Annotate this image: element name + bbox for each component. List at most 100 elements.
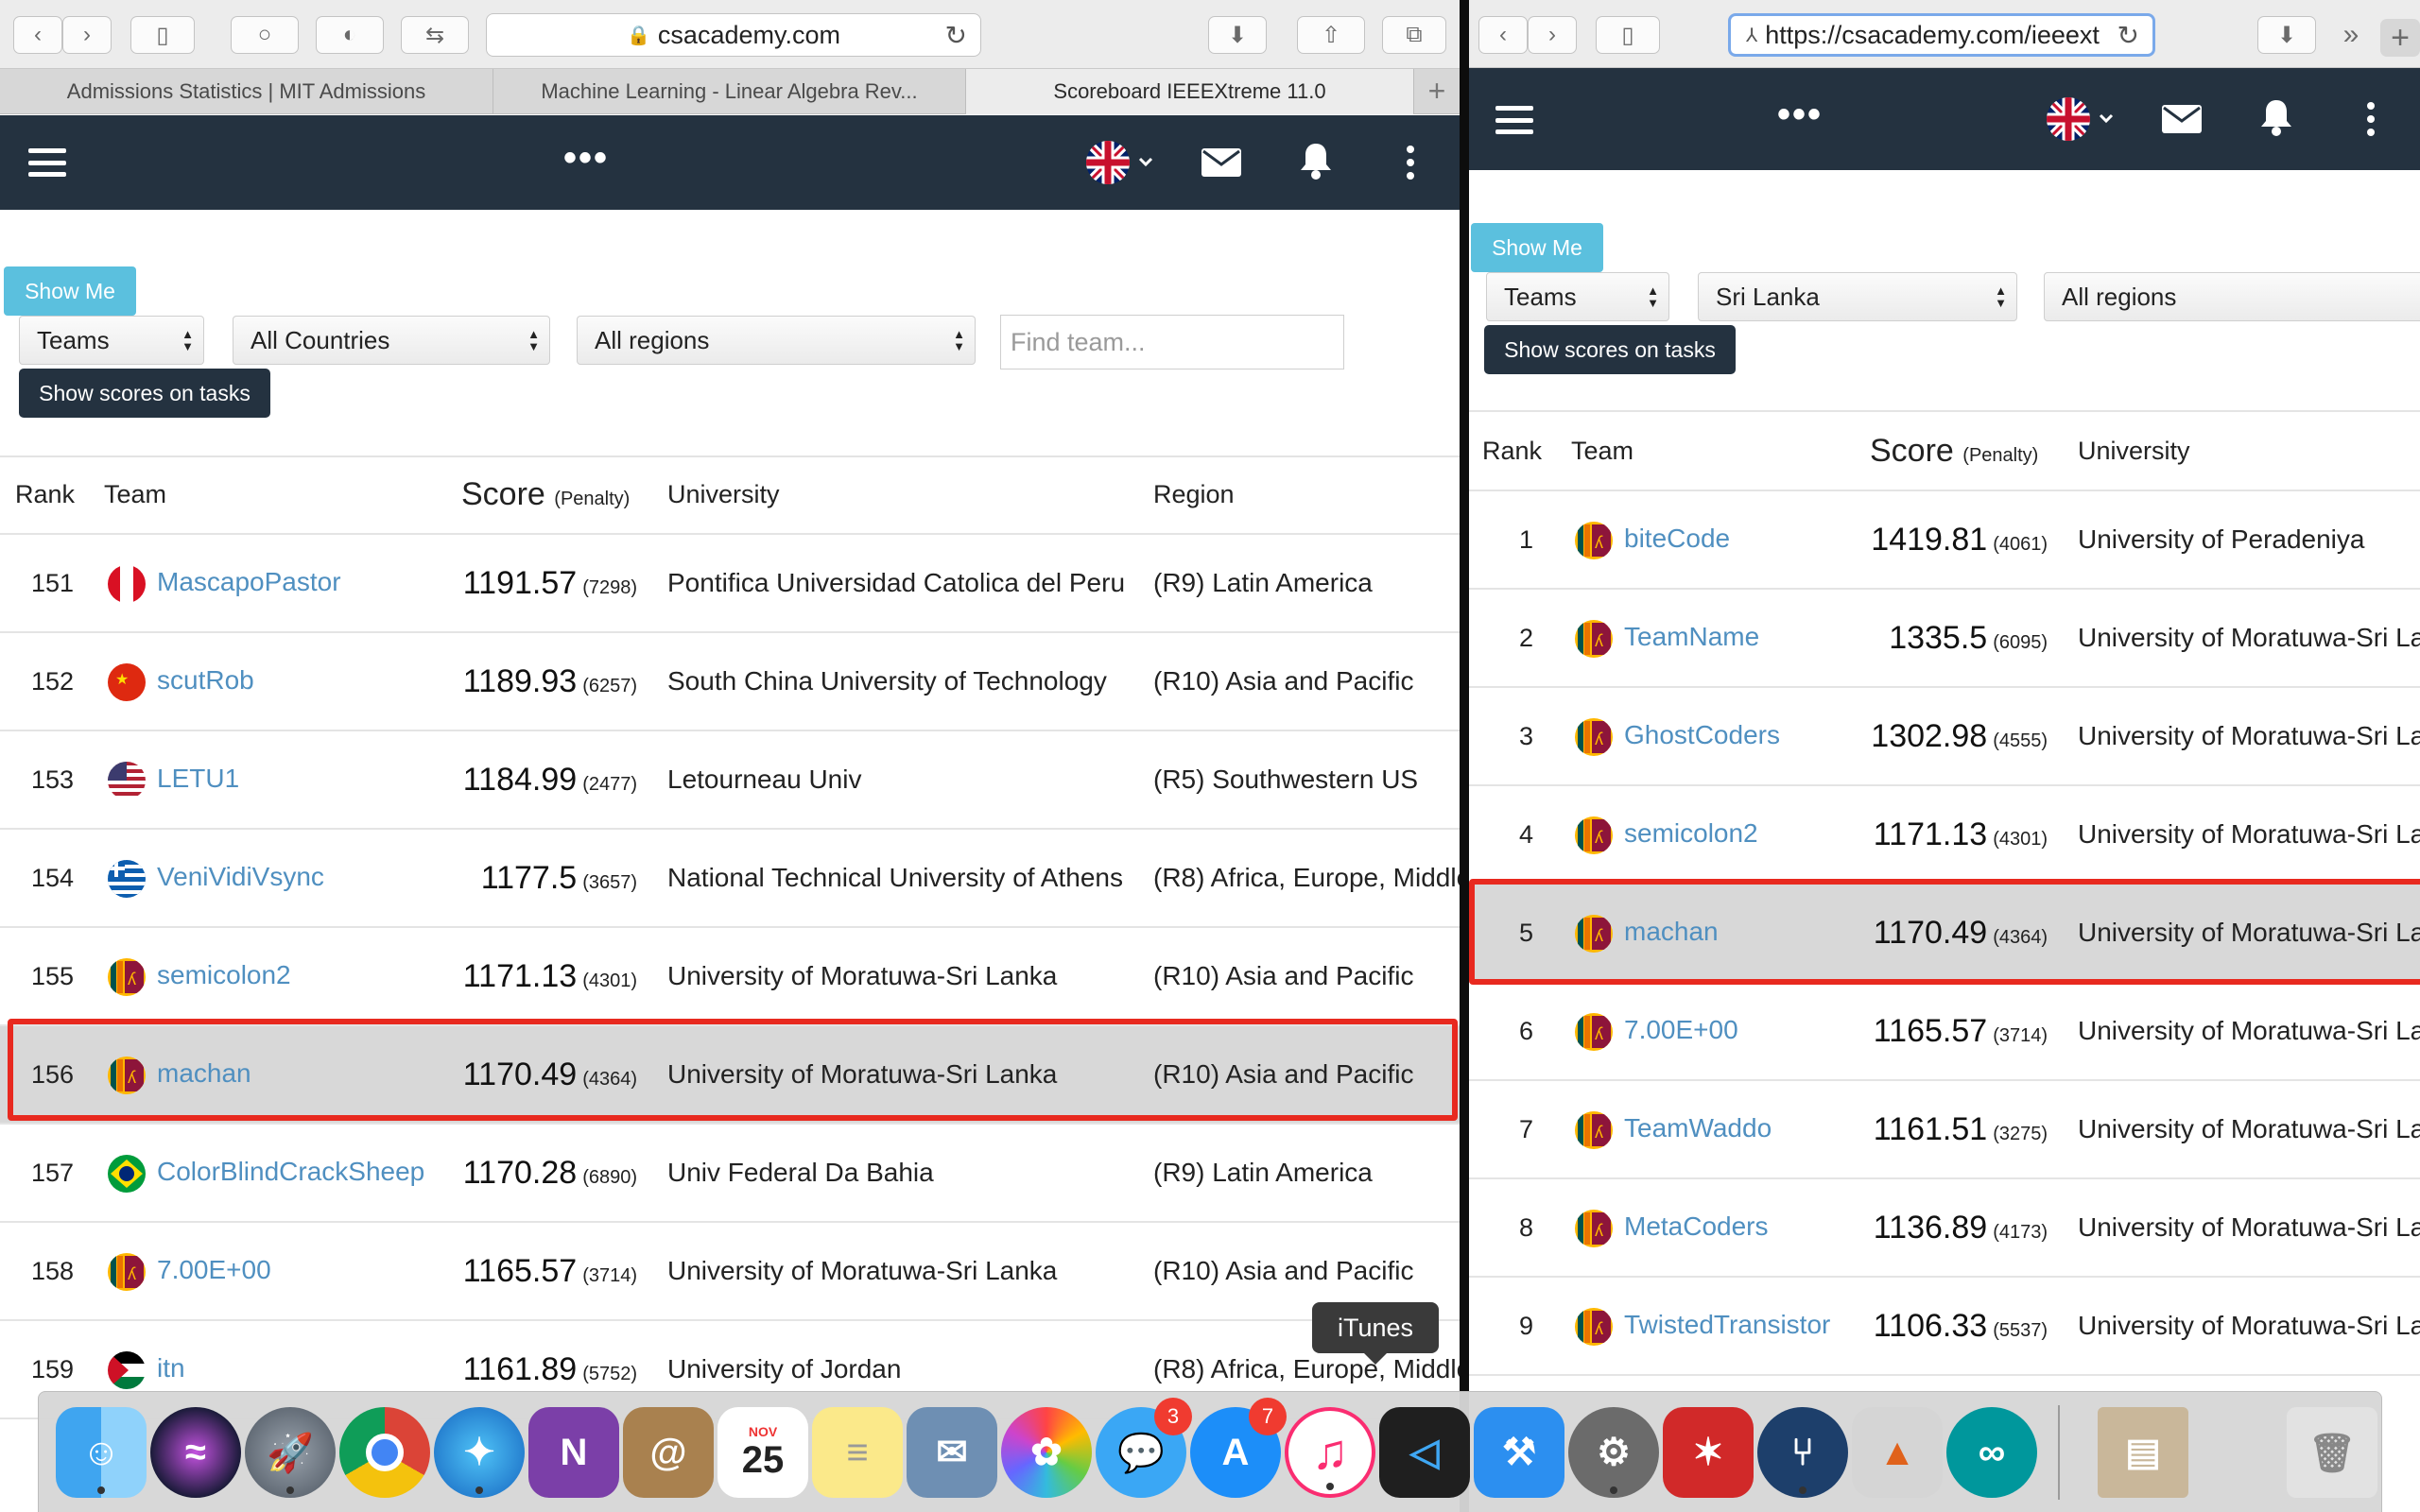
arduino-icon[interactable]: ∞ — [1946, 1407, 2037, 1498]
column-header-university[interactable]: University — [667, 480, 780, 509]
kebab-menu-icon[interactable] — [1407, 146, 1414, 180]
messages-icon[interactable]: 💬 3 — [1096, 1398, 1192, 1498]
column-header-region[interactable]: Region — [1153, 480, 1235, 509]
trash-icon[interactable]: 🗑 — [2287, 1407, 2377, 1498]
tab-mit-admissions[interactable]: Admissions Statistics | MIT Admissions — [0, 69, 493, 114]
column-header-score[interactable]: Score (Penalty) — [461, 476, 630, 513]
photos-icon[interactable]: ✿ — [1001, 1407, 1092, 1498]
mail-icon[interactable] — [1201, 146, 1242, 180]
show-me-button[interactable]: Show Me — [1471, 223, 1603, 272]
kebab-menu-icon[interactable] — [2367, 102, 2375, 136]
team-link[interactable]: itn — [157, 1353, 185, 1383]
back-button[interactable]: ‹ — [13, 16, 62, 54]
column-header-team[interactable]: Team — [1571, 437, 1634, 466]
launchpad-icon[interactable]: 🚀 — [245, 1407, 336, 1498]
column-header-team[interactable]: Team — [104, 480, 166, 509]
new-tab-button[interactable]: + — [1414, 69, 1460, 113]
country-select[interactable]: All Countries ▲ ▼ — [233, 316, 550, 365]
wolfram-icon[interactable]: ✶ — [1663, 1407, 1754, 1498]
team-link[interactable]: machan — [157, 1058, 251, 1089]
find-team-input[interactable]: Find team... — [1000, 315, 1344, 369]
team-link[interactable]: semicolon2 — [157, 960, 291, 990]
bell-icon[interactable] — [2257, 98, 2295, 136]
tabs-overview-button[interactable]: ⧉ — [1382, 16, 1446, 54]
column-header-university[interactable]: University — [2078, 437, 2190, 466]
team-link[interactable]: MetaCoders — [1624, 1211, 1769, 1242]
region-select[interactable]: All regions — [2044, 272, 2420, 321]
university-cell: University of Moratuwa-Sri Lanka — [667, 1059, 1058, 1089]
team-link[interactable]: biteCode — [1624, 524, 1730, 554]
team-link[interactable]: machan — [1624, 917, 1719, 947]
view-type-select[interactable]: Teams ▲ ▼ — [1486, 272, 1669, 321]
app-store-icon[interactable]: A7 — [1190, 1398, 1287, 1498]
new-tab-button[interactable]: + — [2380, 19, 2420, 57]
team-link[interactable]: TeamWaddo — [1624, 1113, 1772, 1143]
team-link[interactable]: MascapoPastor — [157, 567, 341, 597]
language-flag-icon[interactable] — [2046, 96, 2121, 142]
notes-icon[interactable]: ≡ — [812, 1407, 903, 1498]
view-type-select[interactable]: Teams ▲ ▼ — [19, 316, 204, 365]
team-link[interactable]: 7.00E+00 — [1624, 1015, 1738, 1045]
team-link[interactable]: semicolon2 — [1624, 818, 1758, 849]
extension-button[interactable]: ⇆ — [401, 16, 469, 54]
vscode-icon[interactable]: ◁ — [1379, 1407, 1470, 1498]
team-link[interactable]: 7.00E+00 — [157, 1255, 271, 1285]
reader-button[interactable]: ○ — [231, 16, 299, 54]
chrome-icon[interactable] — [339, 1407, 430, 1498]
hamburger-menu-icon[interactable] — [1495, 106, 1533, 134]
more-dots-icon[interactable]: ••• — [1777, 95, 1823, 133]
forward-button[interactable]: › — [1528, 16, 1577, 54]
share-button[interactable]: ⇧ — [1297, 16, 1365, 54]
column-header-rank[interactable]: Rank — [1482, 437, 1542, 466]
sourcetree-icon[interactable]: ⑂ — [1757, 1407, 1848, 1498]
tab-machine-learning[interactable]: Machine Learning - Linear Algebra Rev... — [493, 69, 966, 114]
system-preferences-icon[interactable]: ⚙ — [1568, 1407, 1659, 1498]
column-header-score[interactable]: Score (Penalty) — [1870, 433, 2038, 470]
team-link[interactable]: TwistedTransistor — [1624, 1310, 1830, 1340]
mail-icon[interactable] — [2161, 102, 2203, 136]
team-link[interactable]: ColorBlindCrackSheep — [157, 1157, 424, 1187]
mail-app-icon[interactable]: ✉ — [907, 1407, 997, 1498]
column-header-rank[interactable]: Rank — [15, 480, 75, 509]
xcode-icon[interactable]: ⚒ — [1474, 1407, 1564, 1498]
show-me-button[interactable]: Show Me — [4, 266, 136, 316]
team-link[interactable]: VeniVidiVsync — [157, 862, 324, 892]
hamburger-menu-icon[interactable] — [28, 148, 66, 177]
tab-scoreboard[interactable]: Scoreboard IEEEXtreme 11.0 — [966, 69, 1414, 114]
bell-icon[interactable] — [1297, 142, 1335, 180]
team-link[interactable]: scutRob — [157, 665, 254, 696]
reload-icon[interactable]: ↻ — [945, 20, 967, 51]
address-bar[interactable]: ⅄ https://csacademy.com/ieeext ↻ — [1728, 13, 2155, 57]
show-scores-on-tasks-button[interactable]: Show scores on tasks — [1484, 325, 1736, 374]
ghostery-button[interactable]: ◐ — [316, 16, 384, 54]
region-select[interactable]: All regions ▲ ▼ — [577, 316, 976, 365]
siri-icon[interactable]: ≈ — [150, 1407, 241, 1498]
address-bar[interactable]: 🔒 csacademy.com ↻ — [486, 13, 981, 57]
photo-stack-icon[interactable]: ▤ — [2098, 1407, 2188, 1498]
matlab-icon[interactable]: ▲ — [1852, 1407, 1943, 1498]
back-button[interactable]: ‹ — [1478, 16, 1528, 54]
onenote-icon[interactable]: N — [528, 1407, 619, 1498]
overflow-chevron-icon[interactable]: » — [2331, 16, 2371, 54]
reload-icon[interactable]: ↻ — [2118, 20, 2139, 51]
sidebar-toggle-button[interactable]: ▯ — [1596, 16, 1660, 54]
downloads-button[interactable]: ⬇ — [2257, 16, 2316, 54]
score-value: 1165.57 — [1873, 1013, 1988, 1049]
region-cell: (R10) Asia and Pacific — [1153, 666, 1414, 696]
finder-icon[interactable]: ☺ — [56, 1407, 147, 1498]
sidebar-toggle-button[interactable]: ▯ — [130, 16, 195, 54]
team-link[interactable]: GhostCoders — [1624, 720, 1780, 750]
language-flag-icon[interactable] — [1085, 140, 1161, 185]
downloads-button[interactable]: ⬇ — [1208, 16, 1267, 54]
show-scores-on-tasks-button[interactable]: Show scores on tasks — [19, 369, 270, 418]
contacts-icon[interactable]: @ — [623, 1407, 714, 1498]
calendar-icon[interactable]: NOV 25 — [717, 1407, 808, 1498]
team-link[interactable]: LETU1 — [157, 764, 239, 794]
country-select[interactable]: Sri Lanka ▲ ▼ — [1698, 272, 2017, 321]
forward-button[interactable]: › — [62, 16, 112, 54]
team-link[interactable]: TeamName — [1624, 622, 1759, 652]
itunes-icon[interactable]: ♫ — [1285, 1407, 1375, 1498]
split-view-divider[interactable] — [1460, 0, 1469, 1512]
more-dots-icon[interactable]: ••• — [563, 139, 609, 177]
safari-icon[interactable]: ✦ — [434, 1407, 525, 1498]
